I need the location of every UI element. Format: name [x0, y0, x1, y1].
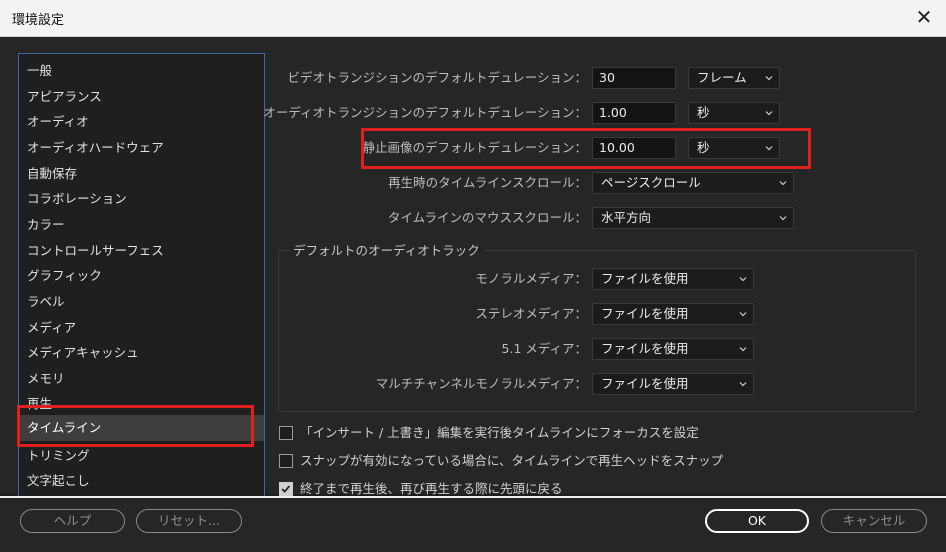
cancel-button[interactable]: キャンセル: [821, 509, 927, 533]
chevron-down-icon: [779, 181, 787, 186]
audio-transition-label: オーディオトランジションのデフォルトデュレーション：: [263, 105, 587, 120]
return-to-start-checkbox[interactable]: [279, 482, 293, 496]
chevron-down-icon: [739, 382, 747, 387]
video-transition-unit-dropdown[interactable]: フレーム: [688, 67, 780, 89]
mouse-scroll-label: タイムラインのマウススクロール：: [387, 210, 587, 225]
dialog-footer: ヘルプ リセット... OK キャンセル: [0, 496, 946, 552]
reset-button[interactable]: リセット...: [136, 509, 242, 533]
close-icon[interactable]: ✕: [913, 6, 935, 28]
audio-transition-input[interactable]: 1.00: [592, 102, 676, 124]
surround-media-value: ファイルを使用: [601, 341, 689, 356]
audio-transition-unit: 秒: [697, 105, 710, 120]
mono-media-label: モノラルメディア：: [475, 271, 587, 286]
mouse-scroll-dropdown[interactable]: 水平方向: [592, 207, 794, 229]
stereo-media-value: ファイルを使用: [601, 306, 689, 321]
chevron-down-icon: [765, 111, 773, 116]
focus-timeline-label: 「インサート / 上書き」編集を実行後タイムラインにフォーカスを設定: [300, 425, 699, 440]
sidebar-item-transcription[interactable]: 文字起こし: [19, 468, 264, 494]
playback-scroll-label: 再生時のタイムラインスクロール：: [388, 175, 587, 190]
video-transition-unit: フレーム: [697, 70, 747, 85]
chevron-down-icon: [739, 312, 747, 317]
video-transition-input[interactable]: 30: [592, 67, 676, 89]
playback-scroll-value: ページスクロール: [601, 175, 701, 190]
chevron-down-icon: [739, 277, 747, 282]
snap-playhead-label: スナップが有効になっている場合に、タイムラインで再生ヘッドをスナップ: [300, 453, 724, 468]
focus-timeline-checkbox[interactable]: [279, 426, 293, 440]
surround-media-dropdown[interactable]: ファイルを使用: [592, 338, 754, 360]
multichannel-media-value: ファイルを使用: [601, 376, 689, 391]
title-bar: 環境設定 ✕: [0, 0, 946, 37]
return-to-start-label: 終了まで再生後、再び再生する際に先頭に戻る: [300, 481, 563, 496]
sidebar-item-control-surface[interactable]: コントロールサーフェス: [19, 238, 264, 264]
help-button[interactable]: ヘルプ: [20, 509, 125, 533]
stereo-media-label: ステレオメディア：: [475, 306, 587, 321]
mono-media-value: ファイルを使用: [601, 271, 689, 286]
playback-scroll-dropdown[interactable]: ページスクロール: [592, 172, 794, 194]
chevron-down-icon: [765, 76, 773, 81]
window-title: 環境設定: [12, 13, 65, 28]
video-transition-label: ビデオトランジションのデフォルトデュレーション：: [287, 70, 587, 85]
dialog-body: 一般 アピアランス オーディオ オーディオハードウェア 自動保存 コラボレーショ…: [0, 37, 946, 497]
chevron-down-icon: [779, 216, 787, 221]
snap-playhead-checkbox[interactable]: [279, 454, 293, 468]
stereo-media-dropdown[interactable]: ファイルを使用: [592, 303, 754, 325]
surround-media-label: 5.1 メディア：: [501, 341, 587, 356]
multichannel-media-dropdown[interactable]: ファイルを使用: [592, 373, 754, 395]
mouse-scroll-value: 水平方向: [601, 210, 652, 225]
checkmark-icon: [281, 485, 291, 493]
still-image-highlight-box: [361, 128, 811, 169]
multichannel-media-label: マルチチャンネルモノラルメディア：: [375, 376, 587, 391]
chevron-down-icon: [739, 347, 747, 352]
audio-transition-unit-dropdown[interactable]: 秒: [688, 102, 780, 124]
timeline-highlight-box: [17, 405, 254, 447]
mono-media-dropdown[interactable]: ファイルを使用: [592, 268, 754, 290]
ok-button[interactable]: OK: [705, 509, 809, 533]
default-audio-tracks-title: デフォルトのオーディオトラック: [289, 240, 484, 259]
